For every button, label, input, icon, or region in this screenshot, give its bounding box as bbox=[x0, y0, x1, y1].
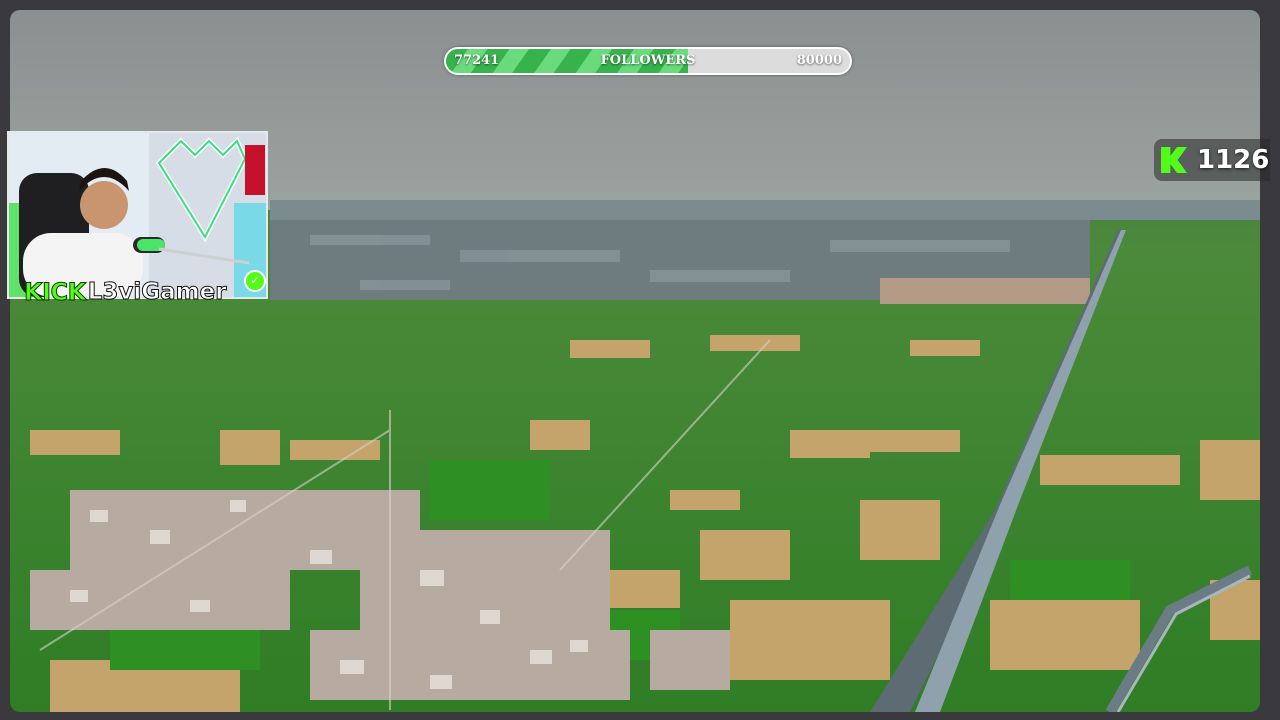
follower-goal-current: 77241 bbox=[454, 53, 500, 68]
follower-goal-bar: FOLLOWERS 77241 80000 bbox=[444, 47, 852, 75]
kick-name-tag: KICK L3viGamer bbox=[24, 278, 228, 307]
kick-logo: KICK bbox=[24, 278, 87, 307]
webcam-feed bbox=[9, 133, 266, 297]
aerial-farmland-scene bbox=[10, 10, 1260, 712]
viewer-count-badge: 1126 bbox=[1154, 139, 1270, 181]
viewer-count: 1126 bbox=[1197, 145, 1270, 175]
follower-goal-label: FOLLOWERS bbox=[600, 53, 696, 68]
streamer-name: L3viGamer bbox=[87, 279, 227, 306]
stream-frame: FOLLOWERS 77241 80000 bbox=[10, 10, 1260, 712]
follower-goal-target: 80000 bbox=[796, 53, 842, 68]
webcam-overlay bbox=[7, 131, 268, 299]
checkmark-icon: ✓ bbox=[244, 270, 266, 292]
kick-k-icon bbox=[1161, 147, 1187, 173]
